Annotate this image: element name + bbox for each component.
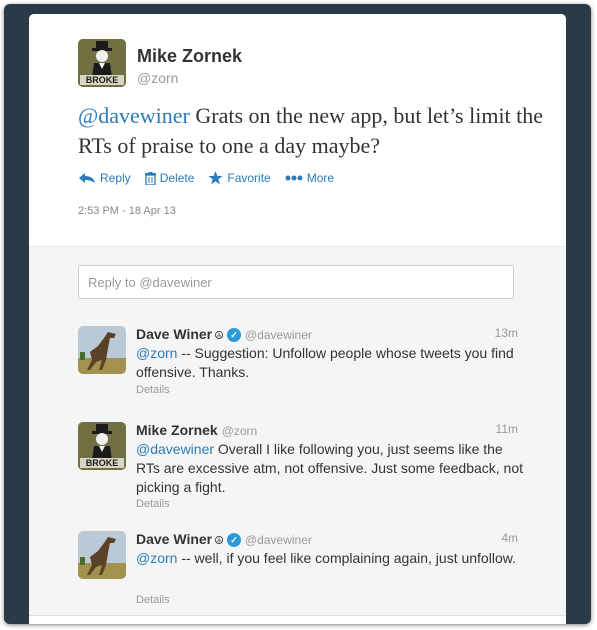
tweet-text: @davewiner Overall I like following you,… — [136, 440, 526, 497]
thread-tweet[interactable]: Dave Winer ☮ ✓ @davewiner 4m @zorn -- well,… — [29, 519, 566, 616]
details-link[interactable]: Details — [136, 384, 170, 396]
more-button[interactable]: More — [285, 171, 334, 185]
dave-winer-avatar[interactable] — [78, 326, 126, 374]
reply-icon — [79, 173, 95, 183]
dinosaur-avatar-icon — [78, 531, 126, 579]
tweet-text: @davewiner Grats on the new app, but let… — [78, 101, 548, 161]
details-link[interactable]: Details — [136, 594, 170, 606]
author-handle[interactable]: @zorn — [137, 70, 178, 86]
tweet-actions: Reply Delete Favorite More — [78, 171, 348, 185]
author-handle[interactable]: @davewiner — [245, 328, 312, 342]
thread-author: Mike Zornek @zorn — [136, 422, 257, 438]
tweet-card: BROKE Mike Zornek @zorn @davewiner Grats… — [29, 14, 566, 624]
tweet-time[interactable]: 4m — [501, 531, 518, 545]
thread-tweet[interactable]: BROKE Mike Zornek @zorn 11m @davewiner Ov… — [29, 410, 566, 520]
author-name[interactable]: Dave Winer — [136, 326, 212, 342]
author-name[interactable]: Mike Zornek — [137, 46, 242, 67]
reply-mention: @davewiner — [139, 275, 212, 290]
mention-link[interactable]: @davewiner — [136, 441, 214, 457]
author-handle[interactable]: @davewiner — [245, 533, 312, 547]
star-icon — [208, 171, 223, 185]
trash-icon — [144, 171, 156, 185]
more-dots-icon — [285, 175, 303, 181]
reply-prefix: Reply to — [88, 275, 140, 290]
tweet-text: @zorn -- well, if you feel like complain… — [136, 549, 526, 568]
favorite-label: Favorite — [227, 171, 271, 185]
tweet-body: -- well, if you feel like complaining ag… — [177, 550, 516, 566]
reply-button[interactable]: Reply — [78, 171, 131, 185]
tweet-body: -- Suggestion: Unfollow people whose twe… — [136, 345, 514, 380]
mention-link[interactable]: @zorn — [136, 550, 177, 566]
reply-label: Reply — [100, 171, 131, 185]
tweet-time[interactable]: 13m — [495, 326, 518, 340]
delete-label: Delete — [159, 171, 195, 185]
author-handle[interactable]: @zorn — [222, 424, 258, 438]
mike-zornek-avatar[interactable]: BROKE — [78, 422, 126, 470]
author-avatar[interactable]: BROKE — [78, 39, 126, 87]
peace-icon: ☮ — [214, 535, 224, 547]
tweet-timestamp[interactable]: 2:53 PM - 18 Apr 13 — [78, 205, 176, 217]
more-label: More — [306, 171, 335, 185]
thread-tweet[interactable]: Dave Winer ☮ ✓ @davewiner 13m @zorn -- Sugg… — [29, 314, 566, 411]
thread-author: Dave Winer ☮ ✓ @davewiner — [136, 326, 312, 343]
avatar-label: BROKE — [85, 75, 119, 85]
tweet-text: @zorn -- Suggestion: Unfollow people who… — [136, 344, 526, 382]
avatar-label: BROKE — [85, 458, 119, 468]
main-tweet: BROKE Mike Zornek @zorn @davewiner Grats… — [29, 14, 566, 246]
reply-area: Reply to @davewiner — [29, 246, 566, 316]
delete-button[interactable]: Delete — [144, 171, 195, 185]
verified-icon: ✓ — [227, 533, 241, 548]
reply-input[interactable]: Reply to @davewiner — [78, 265, 514, 299]
favorite-button[interactable]: Favorite — [208, 171, 271, 185]
dave-winer-avatar[interactable] — [78, 531, 126, 579]
author-name[interactable]: Mike Zornek — [136, 422, 218, 438]
details-link[interactable]: Details — [136, 498, 170, 510]
mention-link[interactable]: @davewiner — [78, 103, 190, 128]
verified-icon: ✓ — [227, 328, 241, 343]
mention-link[interactable]: @zorn — [136, 345, 177, 361]
window-frame: BROKE Mike Zornek @zorn @davewiner Grats… — [4, 4, 591, 624]
author-name[interactable]: Dave Winer — [136, 531, 212, 547]
dinosaur-avatar-icon — [78, 326, 126, 374]
tweet-time[interactable]: 11m — [496, 422, 518, 436]
peace-icon: ☮ — [214, 330, 224, 342]
thread-author: Dave Winer ☮ ✓ @davewiner — [136, 531, 312, 548]
